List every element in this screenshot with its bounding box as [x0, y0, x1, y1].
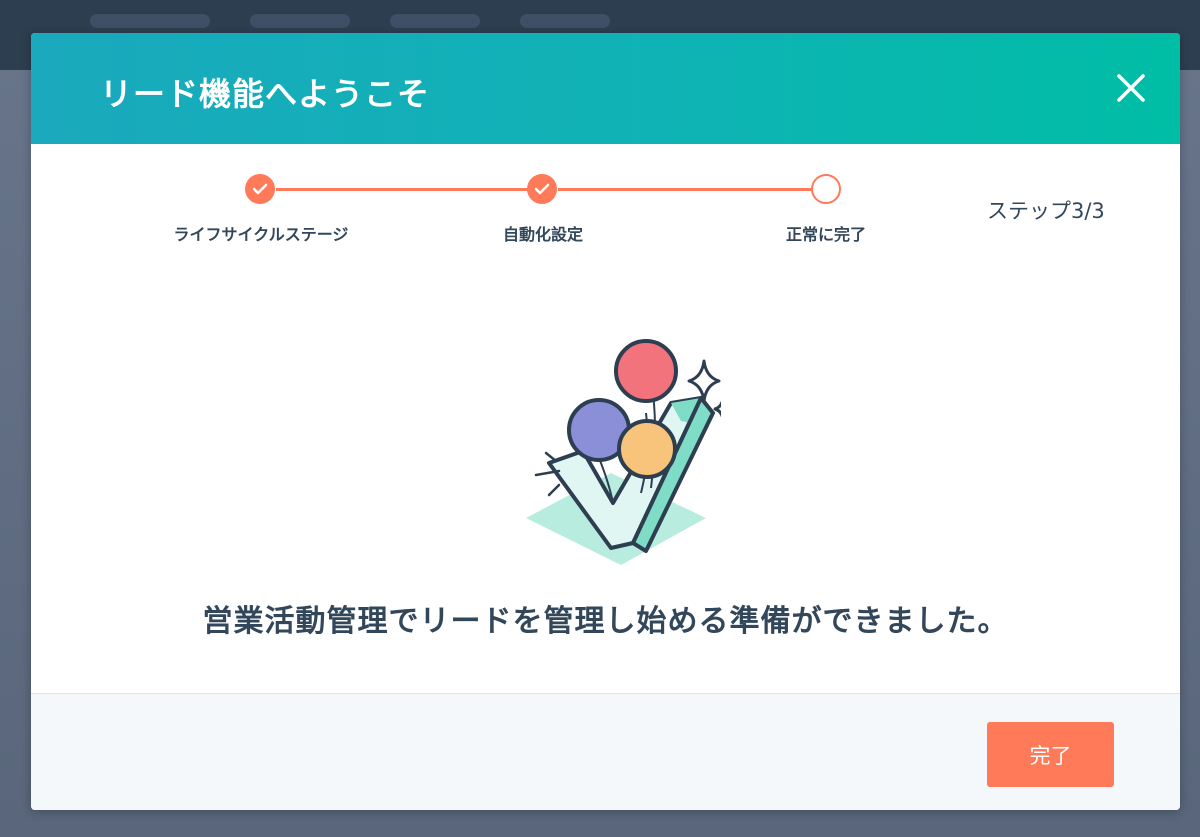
background-nav-item: [250, 14, 350, 28]
completion-message: 営業活動管理でリードを管理し始める準備ができました。: [202, 604, 1009, 639]
done-button[interactable]: 完了: [987, 722, 1114, 787]
background-nav-item: [520, 14, 610, 28]
step-connector: [276, 188, 544, 191]
step-2-check-icon: [527, 174, 557, 204]
balloons-checkmark-illustration: [501, 303, 738, 577]
modal-header: リード機能へようこそ: [31, 33, 1180, 144]
step-label-automation: 自動化設定: [502, 225, 583, 244]
step-connector: [558, 188, 826, 191]
modal-title: リード機能へようこそ: [100, 75, 431, 113]
step-1-check-icon: [245, 174, 275, 204]
welcome-modal: リード機能へようこそ ライフサイクルステージ 自動化設定 正常に完了 ステップ3…: [31, 33, 1180, 810]
step-count: ステップ3/3: [987, 199, 1105, 223]
step-label-lifecycle: ライフサイクルステージ: [173, 225, 349, 244]
modal-footer: 完了: [31, 693, 1180, 810]
background-nav-item: [90, 14, 210, 28]
close-icon[interactable]: [1116, 73, 1146, 103]
step-label-complete: 正常に完了: [785, 225, 866, 244]
step-3-circle-icon: [811, 174, 841, 204]
background-nav-item: [390, 14, 480, 28]
